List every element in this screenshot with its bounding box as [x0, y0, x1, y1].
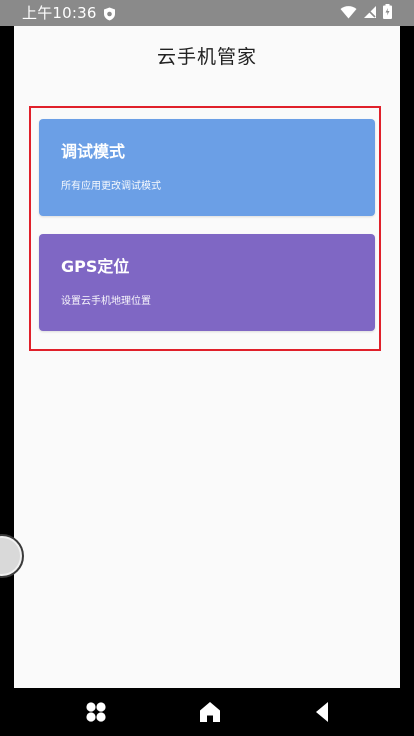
- app-content: 云手机管家 调试模式 所有应用更改调试模式 GPS定位 设置云手机地理位置: [14, 26, 400, 688]
- wifi-icon: [340, 4, 357, 23]
- status-bar: 上午10:36: [0, 0, 414, 26]
- debug-mode-card[interactable]: 调试模式 所有应用更改调试模式: [39, 119, 375, 216]
- gps-location-subtitle: 设置云手机地理位置: [61, 296, 151, 307]
- debug-mode-subtitle: 所有应用更改调试模式: [61, 181, 161, 192]
- phone-screen: 上午10:36 云手机管家 调试模式 所有应用更改调试模式 GPS定位 设置云手…: [0, 0, 414, 736]
- no-sim-icon: [363, 4, 377, 23]
- shield-icon: [103, 6, 116, 21]
- home-icon[interactable]: [198, 700, 222, 724]
- gps-location-card[interactable]: GPS定位 设置云手机地理位置: [39, 234, 375, 331]
- status-time: 上午10:36: [22, 4, 97, 22]
- debug-mode-title: 调试模式: [61, 142, 126, 161]
- status-icons: [340, 3, 392, 23]
- page-title: 云手机管家: [156, 46, 257, 68]
- navigation-bar: [0, 688, 414, 736]
- back-icon[interactable]: [310, 700, 334, 724]
- apps-icon[interactable]: [84, 700, 108, 724]
- battery-icon: [383, 3, 392, 23]
- gps-location-title: GPS定位: [61, 257, 130, 276]
